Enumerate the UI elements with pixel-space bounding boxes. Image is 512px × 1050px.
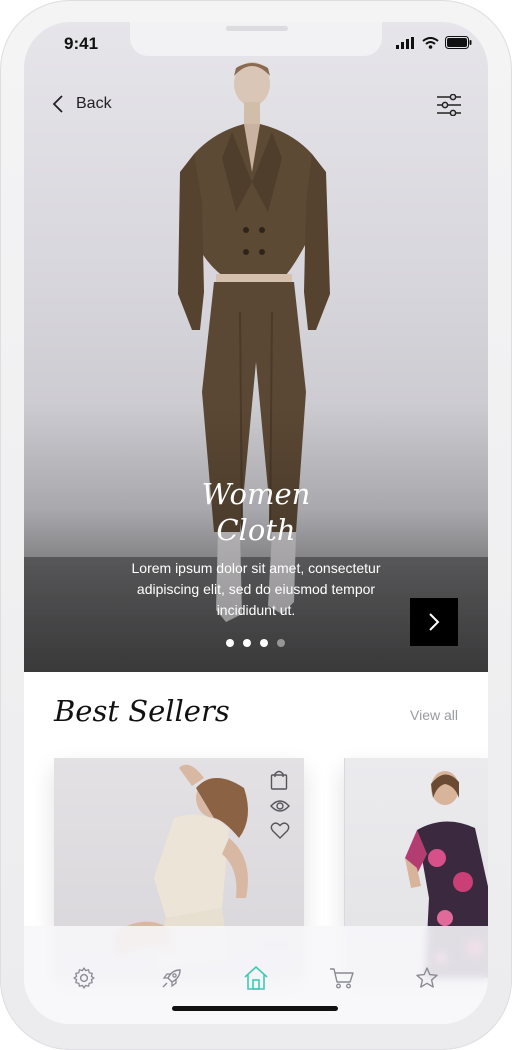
carousel-dot[interactable] bbox=[260, 639, 268, 647]
nav-item-settings[interactable] bbox=[70, 964, 98, 992]
eye-icon[interactable] bbox=[270, 799, 290, 813]
star-icon bbox=[416, 967, 438, 988]
nav-item-home[interactable] bbox=[242, 964, 270, 992]
rocket-icon bbox=[162, 969, 181, 988]
best-sellers-title: Best Sellers bbox=[54, 694, 230, 728]
carousel-dots bbox=[226, 639, 285, 647]
view-all-link[interactable]: View all bbox=[410, 707, 458, 723]
cart-icon bbox=[330, 968, 354, 989]
home-icon bbox=[244, 966, 268, 990]
nav-item-favorites[interactable] bbox=[413, 964, 441, 992]
heart-icon[interactable] bbox=[270, 822, 290, 840]
home-indicator bbox=[172, 1006, 338, 1011]
carousel-dot[interactable] bbox=[277, 639, 285, 647]
phone-frame: 9:41 Back Women Cloth Lorem ipsum dolor … bbox=[0, 0, 512, 1050]
device-notch bbox=[130, 22, 382, 56]
gear-icon bbox=[73, 967, 95, 989]
hero-description: Lorem ipsum dolor sit amet, consectetur … bbox=[131, 560, 381, 618]
chevron-left-icon bbox=[52, 95, 63, 113]
carousel-dot[interactable] bbox=[243, 639, 251, 647]
signal-icon bbox=[396, 36, 414, 49]
back-button[interactable]: Back bbox=[52, 94, 112, 114]
hero-banner: 9:41 Back Women Cloth Lorem ipsum dolor … bbox=[24, 22, 488, 672]
card-actions bbox=[270, 770, 290, 840]
wifi-icon bbox=[422, 36, 439, 49]
hero-title-line2: Cloth bbox=[216, 513, 296, 547]
app-screen: 9:41 Back Women Cloth Lorem ipsum dolor … bbox=[24, 22, 488, 1024]
filter-button[interactable] bbox=[436, 93, 462, 120]
next-slide-button[interactable] bbox=[410, 598, 458, 646]
hero-title-line1: Women bbox=[201, 477, 311, 511]
status-icons bbox=[396, 36, 472, 49]
nav-item-cart[interactable] bbox=[328, 964, 356, 992]
carousel-dot[interactable] bbox=[226, 639, 234, 647]
chevron-right-icon bbox=[429, 613, 440, 631]
hero-title: Women Cloth bbox=[24, 476, 488, 548]
status-time: 9:41 bbox=[64, 34, 99, 53]
status-bar: 9:41 bbox=[24, 22, 488, 58]
sliders-icon bbox=[437, 93, 461, 117]
back-label: Back bbox=[76, 95, 112, 112]
battery-icon bbox=[445, 36, 472, 49]
bag-icon[interactable] bbox=[270, 770, 288, 790]
nav-item-explore[interactable] bbox=[158, 964, 186, 992]
